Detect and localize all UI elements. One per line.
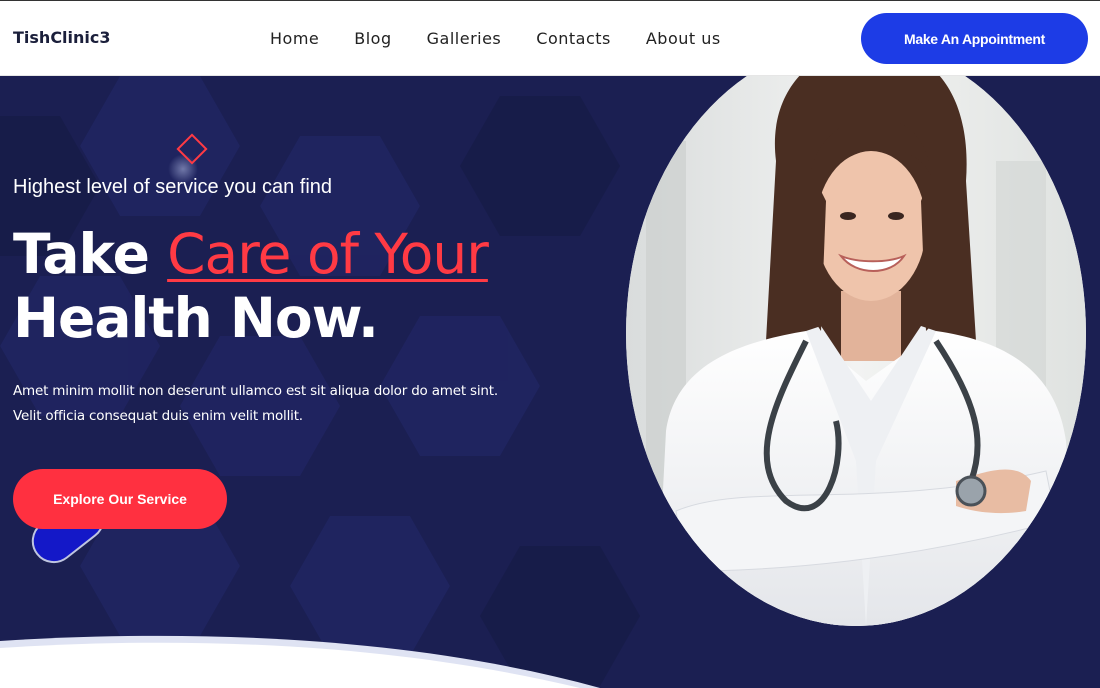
- nav-home[interactable]: Home: [270, 29, 319, 48]
- nav-blog[interactable]: Blog: [354, 29, 391, 48]
- headline-word-take: Take: [13, 222, 150, 286]
- hero-description: Amet minim mollit non deserunt ullamco e…: [13, 379, 553, 429]
- nav-contacts[interactable]: Contacts: [536, 29, 611, 48]
- hero-tagline: Highest level of service you can find: [13, 176, 333, 198]
- main-nav: Home Blog Galleries Contacts About us: [270, 29, 756, 48]
- make-appointment-button[interactable]: Make An Appointment: [861, 13, 1088, 64]
- site-logo[interactable]: TishClinic3: [13, 28, 111, 47]
- doctor-photo: [626, 76, 1086, 626]
- nav-galleries[interactable]: Galleries: [427, 29, 502, 48]
- bottom-wave: [0, 635, 600, 688]
- doctor-illustration: [626, 76, 1086, 626]
- hero-description-line-2: Velit officia consequat duis enim velit …: [13, 408, 303, 424]
- hero-description-line-1: Amet minim mollit non deserunt ullamco e…: [13, 383, 498, 399]
- explore-service-button[interactable]: Explore Our Service: [13, 469, 227, 529]
- hero-section: Highest level of service you can find Ta…: [0, 76, 1100, 688]
- hero-headline: Take Care of Your Health Now.: [13, 222, 489, 350]
- headline-line-2: Health Now.: [13, 286, 379, 350]
- site-header: TishClinic3 Home Blog Galleries Contacts…: [0, 0, 1100, 76]
- headline-accent: Care of Your: [167, 222, 489, 286]
- nav-about-us[interactable]: About us: [646, 29, 721, 48]
